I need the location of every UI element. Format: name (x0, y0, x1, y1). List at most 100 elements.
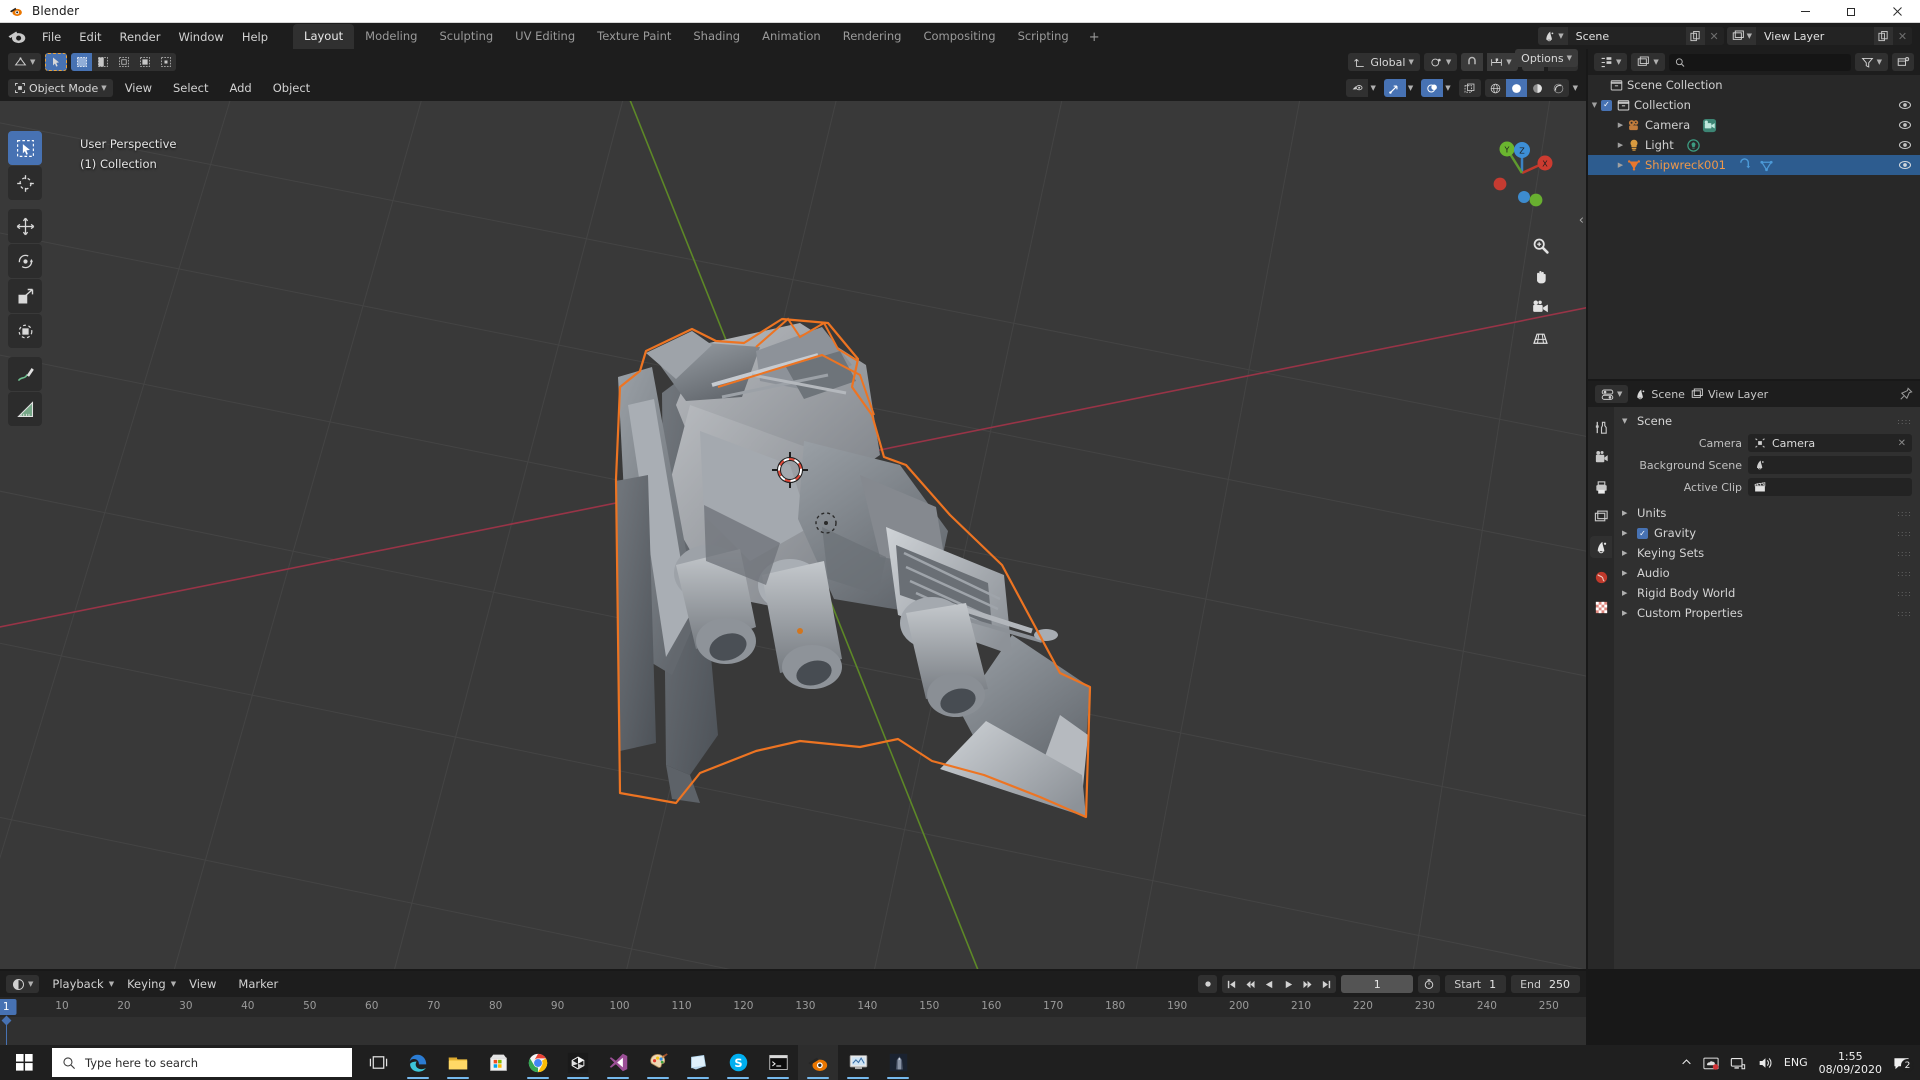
panel-header-gravity[interactable]: ▶ ✓ Gravity :::: (1614, 523, 1920, 543)
mesh-data-icon[interactable] (1759, 158, 1774, 173)
visibility-eye-icon[interactable] (1898, 118, 1912, 132)
tray-network-icon[interactable] (1730, 1055, 1746, 1071)
maximize-button[interactable] (1828, 0, 1874, 23)
clear-camera-button[interactable]: ✕ (1898, 438, 1906, 449)
collection-enable-checkbox[interactable]: ✓ (1601, 99, 1612, 111)
tool-measure[interactable] (8, 392, 42, 426)
workspace-tab-shading[interactable]: Shading (682, 24, 751, 49)
task-view-button[interactable] (358, 1045, 398, 1080)
menu-help[interactable]: Help (233, 27, 277, 47)
outliner-search-field[interactable] (1668, 53, 1851, 71)
properties-tab-render[interactable] (1590, 446, 1612, 468)
tray-onedrive-icon[interactable] (1703, 1055, 1719, 1071)
menu-render[interactable]: Render (111, 27, 170, 47)
jump-to-prev-keyframe-button[interactable] (1241, 975, 1260, 993)
remove-view-layer-button[interactable]: ✕ (1893, 27, 1912, 45)
taskbar-search-box[interactable]: Type here to search (52, 1048, 352, 1077)
viewport-menu-view[interactable]: View (116, 78, 161, 98)
taskbar-app-sticky-notes[interactable] (678, 1045, 718, 1080)
scene-selector[interactable]: ▼ Scene ✕ (1538, 27, 1724, 45)
shading-rendered-button[interactable] (1548, 79, 1569, 97)
menu-window[interactable]: Window (169, 27, 232, 47)
pivot-point-selector[interactable]: ▼ (1423, 53, 1458, 71)
breadcrumb-scene[interactable]: Scene (1634, 388, 1685, 401)
unlink-scene-button[interactable]: ✕ (1704, 27, 1724, 45)
current-frame-field[interactable]: 1 (1341, 975, 1414, 993)
properties-tab-tool[interactable] (1590, 416, 1612, 438)
view-layer-icon[interactable]: ▼ (1726, 27, 1756, 45)
panel-header-custom-properties[interactable]: ▶ Custom Properties :::: (1614, 603, 1920, 623)
minimize-button[interactable] (1782, 0, 1828, 23)
select-invert-button[interactable] (134, 53, 155, 71)
taskbar-app-unity[interactable] (558, 1045, 598, 1080)
light-datablock-icon[interactable] (1686, 138, 1701, 153)
editor-type-button[interactable]: ▼ (8, 53, 42, 71)
new-scene-button[interactable] (1685, 27, 1705, 45)
breadcrumb-view-layer[interactable]: View Layer (1691, 388, 1768, 401)
snap-magnet-button[interactable] (1461, 53, 1484, 71)
new-collection-button[interactable] (1892, 53, 1914, 71)
timeline-menu-keying[interactable]: Keying (118, 974, 175, 994)
visibility-eye-icon[interactable] (1898, 138, 1912, 152)
timeline-track[interactable] (0, 1015, 1586, 1045)
panel-header-audio[interactable]: ▶ Audio :::: (1614, 563, 1920, 583)
outliner-filter-button[interactable]: ▼ (1854, 53, 1888, 71)
timeline-editor-type-button[interactable]: ▼ (6, 975, 40, 993)
properties-tab-scene[interactable] (1590, 536, 1612, 558)
select-intersect-button[interactable] (155, 53, 176, 71)
transform-orientation-selector[interactable]: Global ▼ (1348, 53, 1420, 71)
outliner-search-input[interactable] (1689, 56, 1845, 68)
taskbar-app-microsoft-edge[interactable] (398, 1045, 438, 1080)
snap-to-selector[interactable]: ▼ (1487, 53, 1518, 71)
add-workspace-button[interactable]: + (1080, 26, 1109, 49)
taskbar-app-google-chrome[interactable] (518, 1045, 558, 1080)
menu-edit[interactable]: Edit (70, 27, 110, 47)
tool-annotate[interactable] (8, 357, 42, 391)
visibility-eye-icon[interactable] (1898, 158, 1912, 172)
view-layer-name[interactable]: View Layer (1756, 27, 1874, 45)
expand-triangle-icon[interactable]: ▶ (1614, 161, 1627, 169)
scene-name[interactable]: Scene (1567, 27, 1686, 45)
property-field-camera[interactable]: Camera ✕ (1748, 434, 1912, 452)
outliner-row-scene-collection[interactable]: Scene Collection (1588, 75, 1920, 95)
jump-to-next-keyframe-button[interactable] (1298, 975, 1317, 993)
properties-tab-texture[interactable] (1590, 596, 1612, 618)
pan-view-icon[interactable] (1529, 265, 1552, 288)
object-mode-selector[interactable]: Object Mode ▼ (8, 79, 113, 97)
close-button[interactable] (1874, 0, 1920, 23)
outliner-row-collection[interactable]: ▼ ✓ Collection (1588, 95, 1920, 115)
navigation-gizmo[interactable]: Y Z X (1484, 135, 1560, 211)
playhead-knob[interactable] (1, 1015, 12, 1026)
orthographic-view-icon[interactable] (1529, 327, 1552, 350)
outliner-editor-type-button[interactable]: ▼ (1594, 53, 1628, 71)
outliner-row-camera[interactable]: ▶ Camera (1588, 115, 1920, 135)
gravity-checkbox[interactable]: ✓ (1637, 527, 1648, 539)
tool-cursor[interactable] (8, 166, 42, 200)
show-overlays-button[interactable] (1421, 79, 1444, 97)
properties-tab-world[interactable] (1590, 566, 1612, 588)
taskbar-app-blender[interactable] (798, 1045, 838, 1080)
workspace-tab-modeling[interactable]: Modeling (354, 24, 428, 49)
new-view-layer-button[interactable] (1874, 27, 1893, 45)
tray-language-indicator[interactable]: ENG (1784, 1056, 1808, 1069)
jump-to-end-button[interactable] (1317, 975, 1336, 993)
timeline-menu-marker[interactable]: Marker (229, 974, 287, 994)
taskbar-clock[interactable]: 1:55 08/09/2020 (1819, 1050, 1882, 1076)
properties-tab-output[interactable] (1590, 476, 1612, 498)
camera-view-icon[interactable] (1529, 296, 1552, 319)
taskbar-app-remote-desktop[interactable] (838, 1045, 878, 1080)
tool-select-box[interactable] (8, 131, 42, 165)
properties-editor[interactable]: ▼ Scene View Layer ▼ Scene:::: Camera C… (1588, 381, 1920, 969)
tray-expand-icon[interactable] (1681, 1057, 1692, 1068)
panel-header-units[interactable]: ▶ Units :::: (1614, 503, 1920, 523)
outliner-display-mode-button[interactable]: ▼ (1631, 53, 1665, 71)
viewport-menu-object[interactable]: Object (264, 78, 319, 98)
properties-editor-type-button[interactable]: ▼ (1595, 385, 1629, 403)
notification-center-button[interactable]: 2 (1893, 1054, 1914, 1072)
frame-end-field[interactable]: End 250 (1511, 975, 1580, 993)
workspace-tab-uv-editing[interactable]: UV Editing (504, 24, 586, 49)
scene-icon[interactable]: ▼ (1538, 27, 1568, 45)
property-field-background-scene[interactable] (1748, 456, 1912, 474)
start-button[interactable] (0, 1045, 48, 1080)
blender-logo-icon[interactable] (7, 26, 27, 46)
